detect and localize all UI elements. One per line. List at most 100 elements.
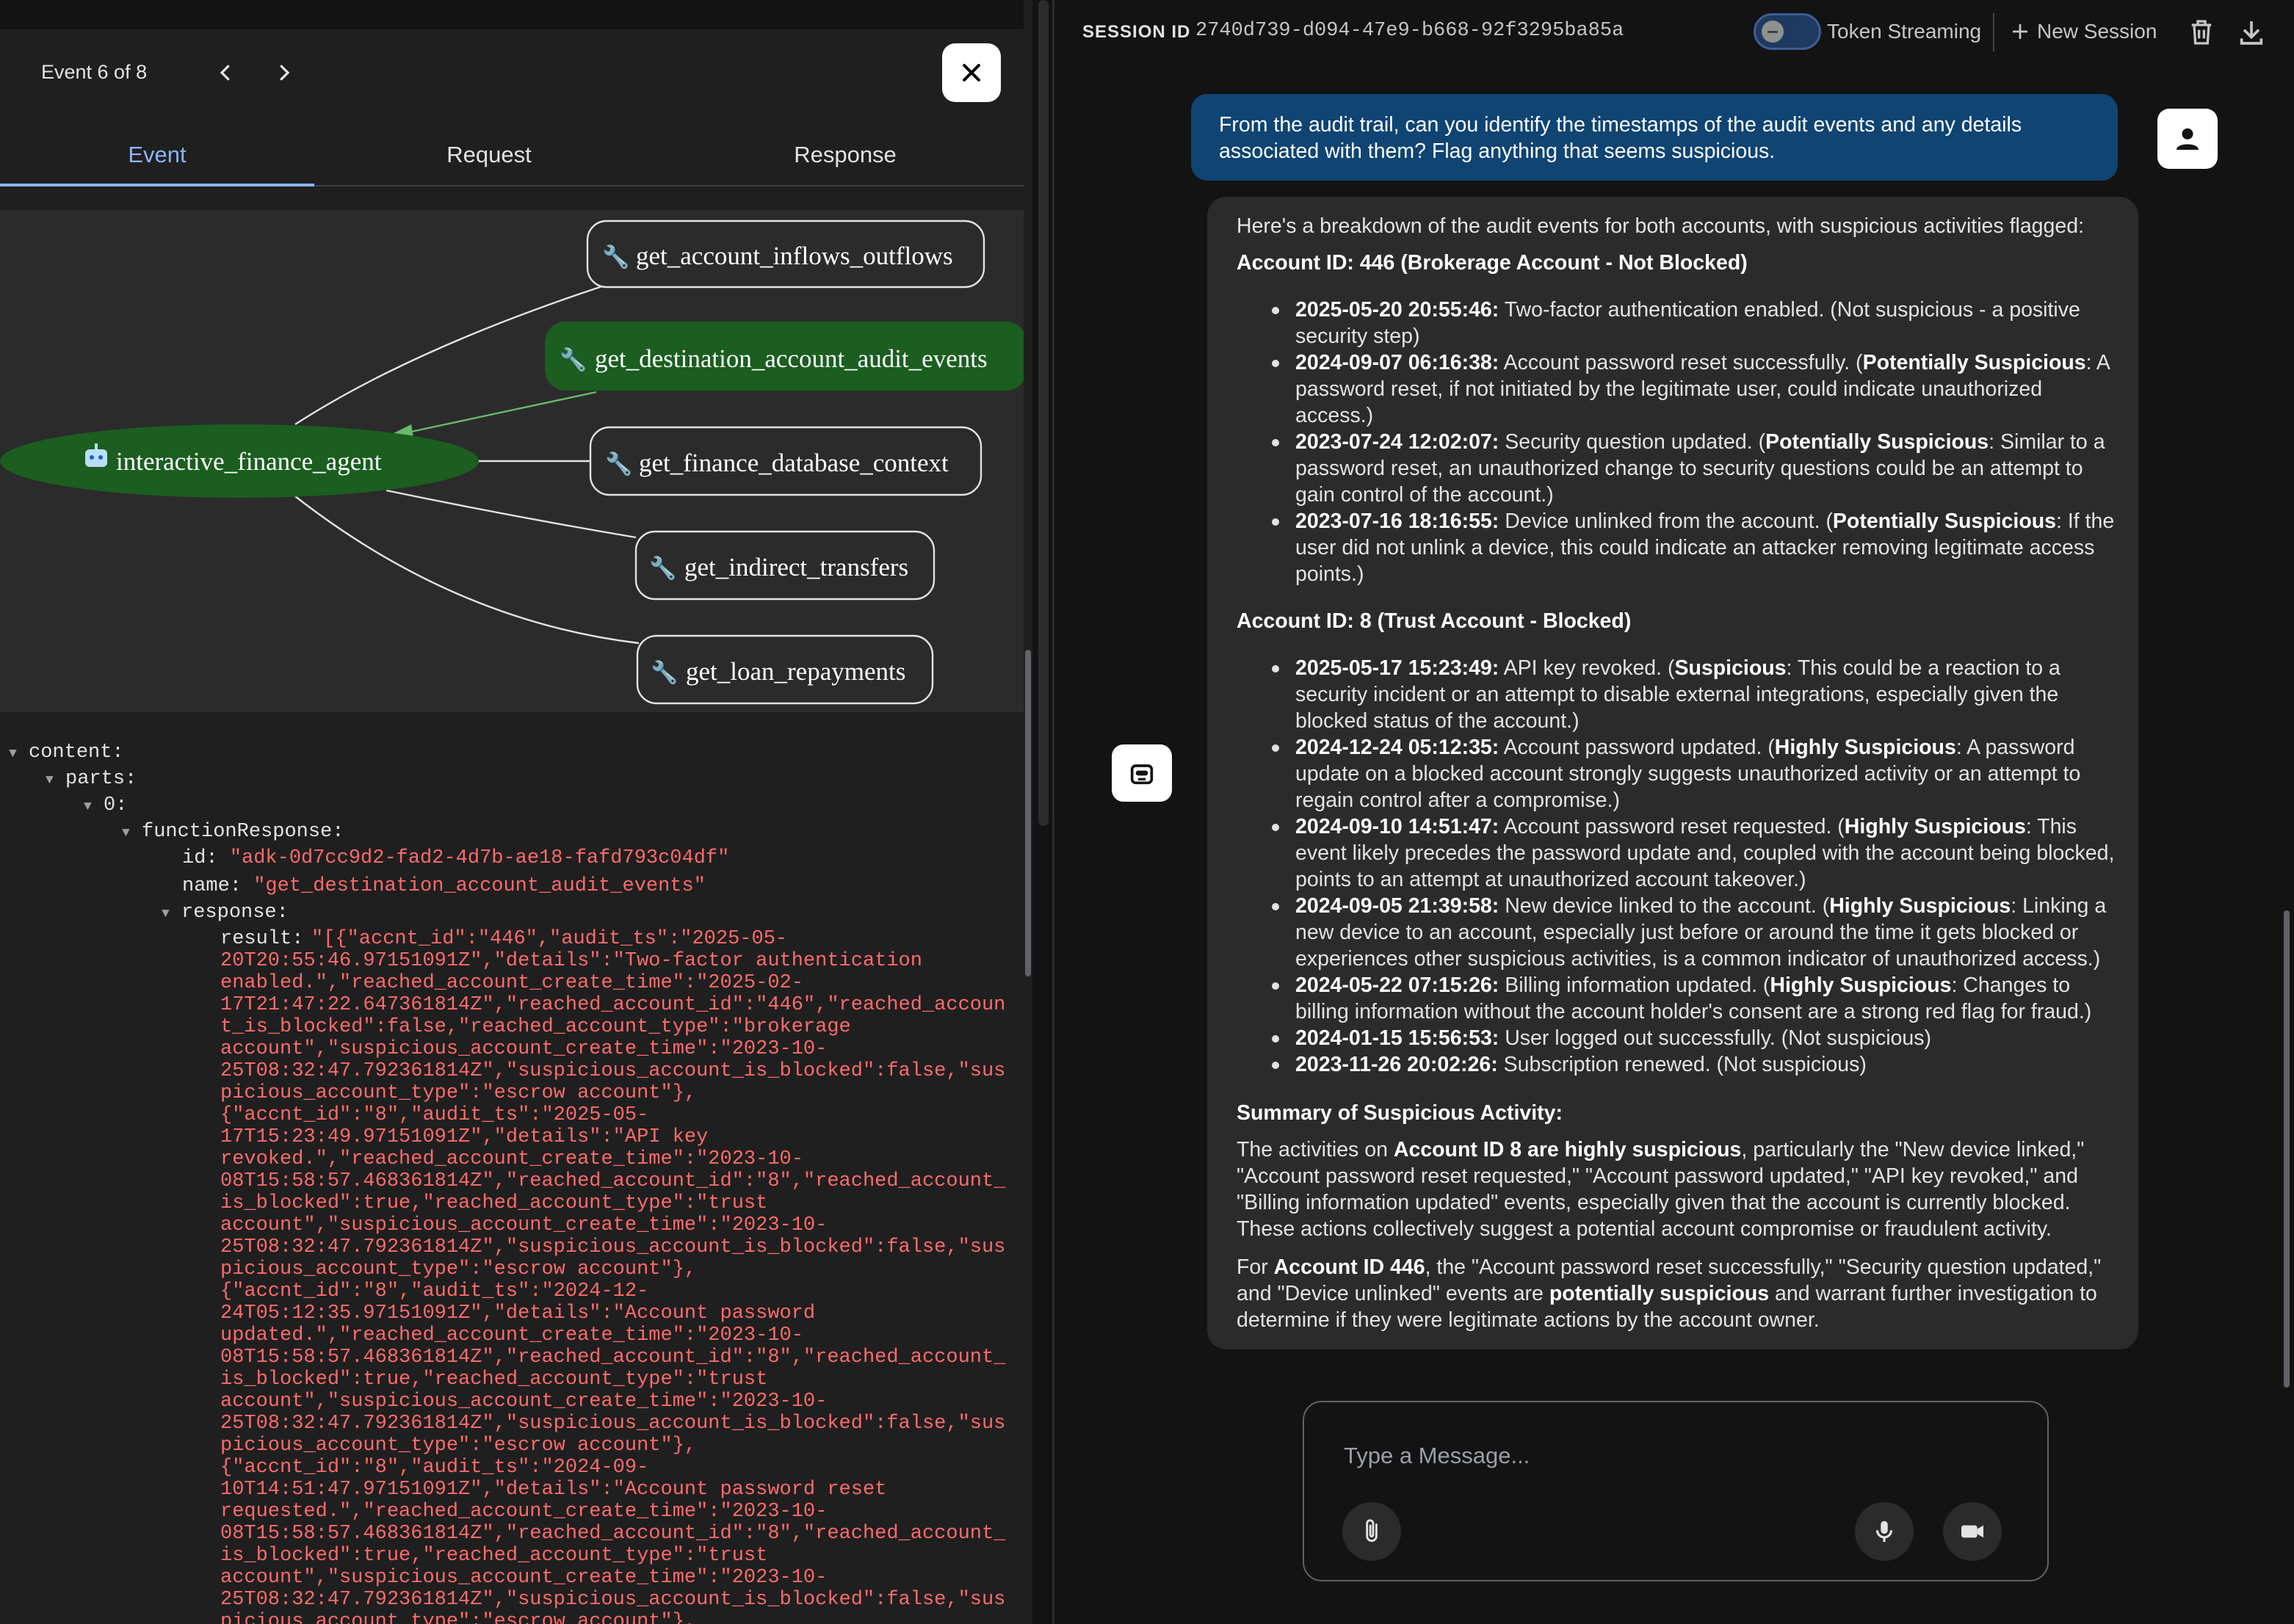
account-8-heading: Account ID: 8 (Trust Account - Blocked) [1237,609,1632,633]
tab-request[interactable]: Request [314,125,664,185]
microphone-icon [1875,1520,1893,1543]
trash-icon [2191,20,2212,45]
result-line: account","suspicious_account_create_time… [220,1038,828,1060]
tool-node-inflows[interactable]: 🔧 get_account_inflows_outflows [586,220,985,289]
toolbar-divider [1993,13,1994,51]
tool-node-audit-events[interactable]: 🔧 get_destination_account_audit_events [545,322,1027,391]
new-session-label: New Session [2037,20,2157,43]
list-item: 2024-09-10 14:51:47: Account password re… [1272,813,2125,893]
plus-icon [2013,24,2027,39]
result-line: 25T08:32:47.792361814Z","suspicious_acco… [220,1589,1006,1611]
expand-triangle-icon: ▼ [84,800,92,814]
tab-response[interactable]: Response [664,125,1027,185]
list-item: 2024-09-07 06:16:38: Account password re… [1272,349,2125,429]
download-icon [2240,21,2263,45]
tree-row-index[interactable]: ▼ 0: [84,794,127,818]
close-panel-button[interactable] [942,43,1001,102]
result-line: revoked.","reached_account_create_time":… [220,1148,803,1170]
tool-label: get_indirect_transfers [684,553,908,581]
tool-label: get_account_inflows_outflows [636,242,953,270]
expand-triangle-icon: ▼ [9,747,17,761]
result-line: 08T15:58:57.468361814Z","reached_account… [220,1346,1006,1369]
session-bar: SESSION ID 2740d739-d094-47e9-b668-92f32… [1054,0,2294,63]
result-line: picious_account_type":"escrow account"}, [220,1082,697,1104]
chat-scrollbar-thumb[interactable] [2284,910,2290,1388]
agent-graph: interactive_finance_agent 🔧 get_account_… [0,210,1032,712]
user-message: From the audit trail, can you identify t… [1191,94,2118,181]
edge-audit-events [410,391,597,433]
result-line: {"accnt_id":"8","audit_ts":"2024-12- [220,1280,649,1302]
tool-node-loan[interactable]: 🔧 get_loan_repayments [636,634,934,705]
expand-triangle-icon: ▼ [162,907,170,921]
tool-label: get_finance_database_context [639,449,949,477]
microphone-button[interactable] [1855,1502,1914,1561]
video-button[interactable] [1943,1502,2002,1561]
toggle-knob [1762,21,1784,43]
result-line: {"accnt_id":"8","audit_ts":"2025-05- [220,1104,649,1126]
tab-event[interactable]: Event [0,125,314,186]
tree-row-parts[interactable]: ▼ parts: [46,768,137,791]
tool-node-indirect[interactable]: 🔧 get_indirect_transfers [634,530,936,601]
bot-avatar [1112,744,1172,802]
paperclip-icon [1366,1519,1378,1543]
result-line: t_is_blocked":false,"reached_account_typ… [220,1016,851,1038]
person-icon [2177,128,2199,150]
attach-button[interactable] [1342,1502,1401,1561]
result-line: 08T15:58:57.468361814Z","reached_account… [220,1523,1006,1545]
summary-heading: Summary of Suspicious Activity: [1237,1101,1563,1125]
robot-icon [1130,764,1154,785]
result-line: account","suspicious_account_create_time… [220,1391,828,1413]
result-line: is_blocked":true,"reached_account_type":… [220,1545,768,1567]
tool-node-database[interactable]: 🔧 get_finance_database_context [589,426,983,496]
token-streaming-label: Token Streaming [1827,20,1982,43]
previous-event-button[interactable] [207,54,244,91]
tree-row-id: id: "adk-0d7cc9d2-fad2-4d7b-ae18-fafd793… [182,847,730,869]
list-item: 2023-11-26 20:02:26: Subscription renewe… [1272,1051,2125,1078]
chevron-right-icon [280,65,290,81]
next-event-button[interactable] [266,54,303,91]
message-input[interactable] [1342,1440,1933,1471]
divider-scroll [1038,0,1049,826]
result-line: 25T08:32:47.792361814Z","suspicious_acco… [220,1060,1006,1082]
summary-paragraph: For Account ID 446, the "Account passwor… [1237,1255,2102,1332]
download-button[interactable] [2237,16,2266,48]
video-camera-icon [1961,1525,1983,1538]
new-session-button[interactable]: New Session [2009,16,2157,47]
top-strip [0,0,1032,29]
token-streaming-toggle[interactable] [1754,13,1821,50]
result-line: picious_account_type":"escrow account"}, [220,1435,697,1457]
account-446-heading: Account ID: 446 (Brokerage Account - Not… [1237,251,1748,275]
wrench-icon: 🔧 [651,659,678,685]
tree-row-response[interactable]: ▼ response: [162,902,289,925]
tree-row-content[interactable]: ▼ content: [9,742,124,765]
agent-node-label: interactive_finance_agent [116,447,382,476]
message-composer [1303,1401,2049,1581]
result-line: is_blocked":true,"reached_account_type":… [220,1192,768,1214]
result-line: 20T20:55:46.97151091Z","details":"Two-fa… [220,950,922,972]
result-line: updated.","reached_account_create_time":… [220,1324,803,1346]
divider-line [1052,0,1054,1624]
result-line: 17T21:47:22.647361814Z","reached_account… [220,994,1006,1016]
tree-row-result-key: result: [220,928,304,950]
tree-row-function-response[interactable]: ▼ functionResponse: [122,821,344,844]
tool-label: get_destination_account_audit_events [595,344,988,373]
list-item: 2025-05-17 15:23:49: API key revoked. (S… [1272,655,2125,734]
close-icon [963,64,980,81]
user-avatar [2157,109,2218,169]
tool-label: get_loan_repayments [686,657,905,686]
result-line: 08T15:58:57.468361814Z","reached_account… [220,1170,1006,1192]
expand-triangle-icon: ▼ [122,826,130,841]
left-scrollbar-thumb[interactable] [1025,650,1031,976]
bot-intro: Here's a breakdown of the audit events f… [1237,214,2084,238]
delete-session-button[interactable] [2187,16,2216,48]
event-json-tree: ▼ content: ▼ parts: ▼ 0: ▼ functionRespo… [0,734,1021,1624]
panel-divider[interactable] [1032,0,1054,1624]
result-line: 25T08:32:47.792361814Z","suspicious_acco… [220,1236,1006,1258]
expand-triangle-icon: ▼ [46,773,54,788]
result-line: 24T05:12:35.97151091Z","details":"Accoun… [220,1302,816,1324]
event-counter: Event 6 of 8 [41,61,148,83]
result-line: 10T14:51:47.97151091Z","details":"Accoun… [220,1479,887,1501]
tree-row-name: name: "get_destination_account_audit_eve… [182,875,706,897]
list-item: 2023-07-24 12:02:07: Security question u… [1272,429,2125,508]
result-line: 17T15:23:49.97151091Z","details":"API ke… [220,1126,709,1148]
